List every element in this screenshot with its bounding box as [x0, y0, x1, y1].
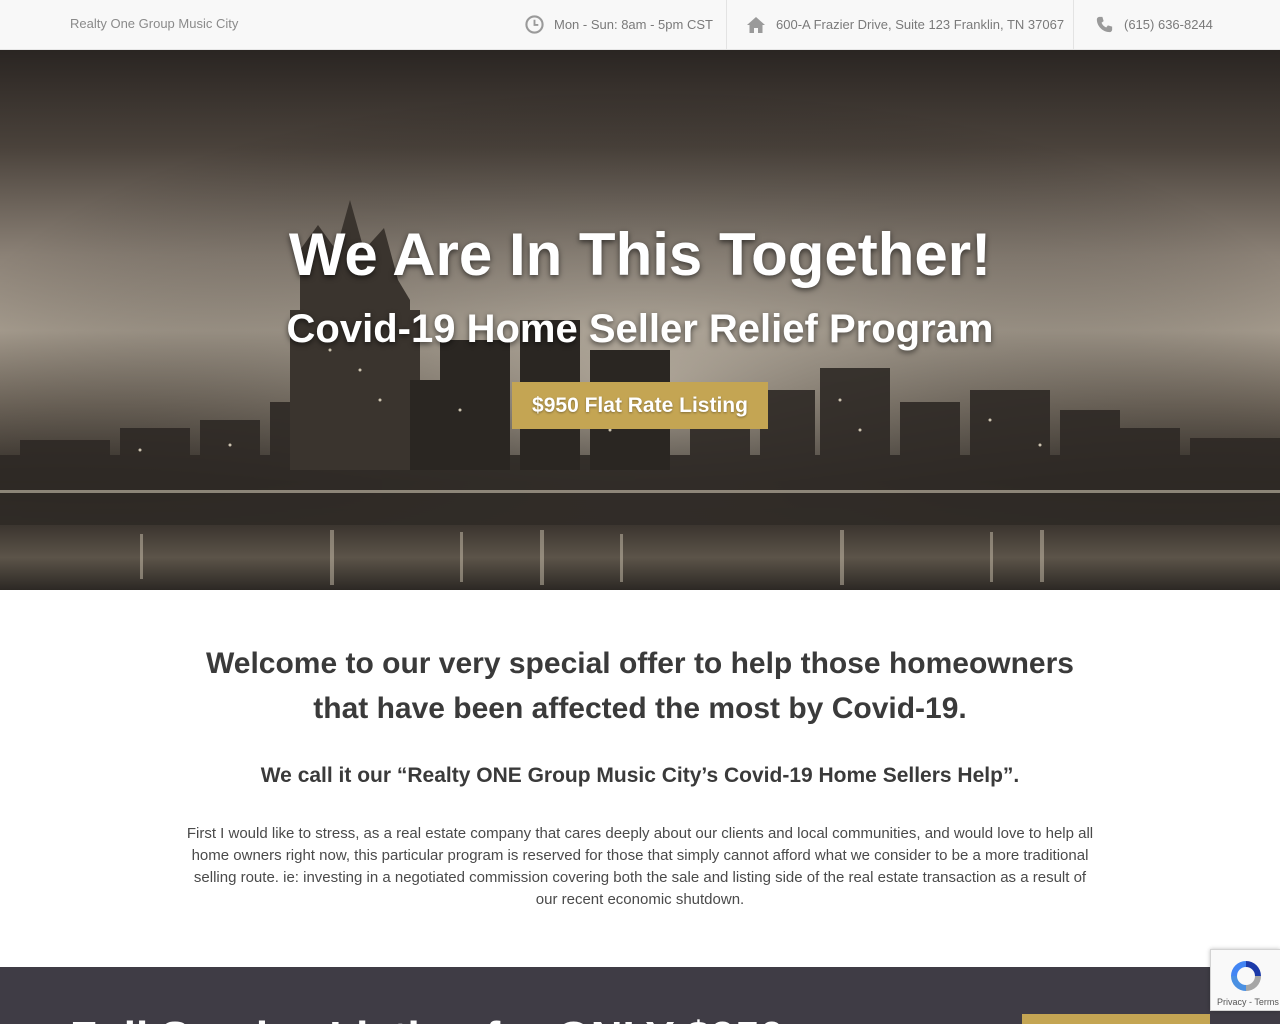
recaptcha-icon: [1231, 961, 1261, 991]
business-hours: Mon - Sun: 8am - 5pm CST: [524, 0, 713, 49]
offer-band-title: Full Service Listing for ONLY $950: [70, 1013, 784, 1024]
offer-band: Full Service Listing for ONLY $950: [0, 967, 1280, 1024]
hero-title: We Are In This Together!: [288, 221, 992, 288]
home-icon: [746, 15, 766, 35]
recaptcha-badge[interactable]: Privacy - Terms: [1210, 949, 1280, 1011]
offer-band-button[interactable]: [1022, 1014, 1210, 1024]
clock-icon: [524, 15, 544, 35]
program-name-heading: We call it our “Realty ONE Group Music C…: [260, 764, 1020, 787]
hero-banner: We Are In This Together! Covid-19 Home S…: [0, 50, 1280, 590]
top-bar: Realty One Group Music City Mon - Sun: 8…: [0, 0, 1280, 50]
flat-rate-listing-button[interactable]: $950 Flat Rate Listing: [512, 382, 768, 429]
divider: [726, 0, 727, 49]
office-phone[interactable]: (615) 636-8244: [1094, 0, 1213, 49]
hero-subtitle: Covid-19 Home Seller Relief Program: [286, 307, 994, 351]
welcome-heading: Welcome to our very special offer to hel…: [206, 647, 1074, 725]
intro-paragraph: First I would like to stress, as a real …: [186, 825, 1094, 908]
brand-link[interactable]: Realty One Group Music City: [70, 16, 238, 31]
office-address: 600-A Frazier Drive, Suite 123 Franklin,…: [746, 0, 1064, 49]
hours-text: Mon - Sun: 8am - 5pm CST: [554, 17, 713, 32]
address-text: 600-A Frazier Drive, Suite 123 Franklin,…: [776, 17, 1065, 32]
phone-icon: [1094, 15, 1114, 35]
divider: [1073, 0, 1074, 49]
recaptcha-terms-links[interactable]: Privacy - Terms: [1217, 997, 1279, 1007]
phone-text[interactable]: (615) 636-8244: [1124, 17, 1213, 32]
